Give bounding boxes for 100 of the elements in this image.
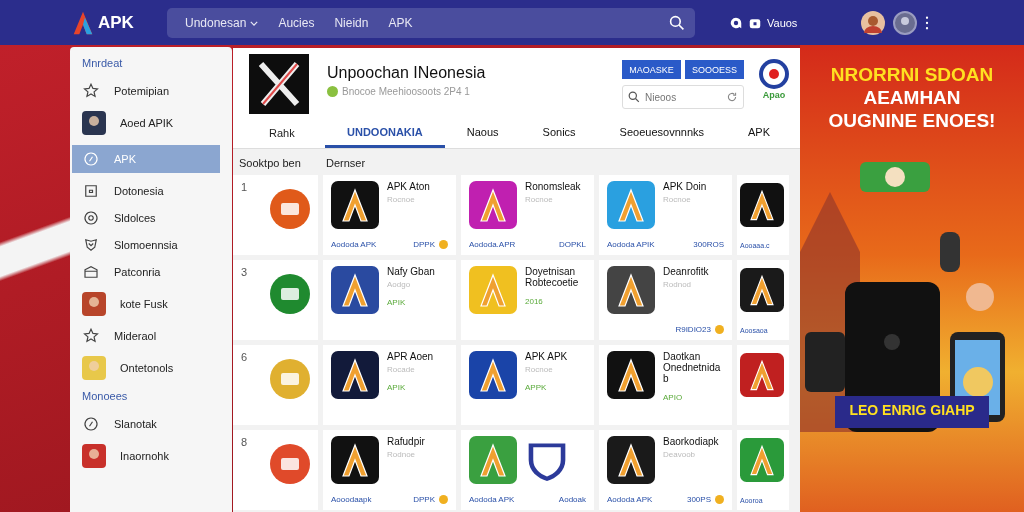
search-bar[interactable]: Undonesan Aucies Nieidn APK: [167, 7, 695, 38]
app-link[interactable]: Aooodaapk: [331, 495, 372, 504]
app-link[interactable]: Aododa APK: [469, 495, 515, 504]
app-name: Nafy Gban: [387, 266, 435, 277]
rank-number: 6: [241, 351, 248, 365]
sidebar-heading: Monoees: [81, 389, 129, 404]
verified-icon: [327, 86, 338, 97]
app-link[interactable]: Aododa APK: [331, 240, 377, 249]
app-developer: Deavoob: [663, 450, 697, 459]
avatar-icon[interactable]: [861, 10, 885, 35]
app-developer: Aodgo: [387, 280, 412, 289]
app-name: APK Doin: [663, 181, 707, 192]
tab[interactable]: Sonics: [520, 118, 598, 148]
profile-icon[interactable]: [893, 10, 917, 35]
ad-banner[interactable]: NRORRNI SDOAN AEAMHAN OUGNINE ENOES! LEO ENRIG GIAHP: [800, 45, 1024, 512]
action-button[interactable]: SOOOESS: [685, 60, 744, 79]
app-name: Ronomsleak: [525, 181, 581, 192]
app-name: Rafudpir: [387, 436, 425, 447]
sidebar-item[interactable]: Inaornohk: [70, 437, 232, 474]
sidebar-item[interactable]: Slanotak: [70, 410, 232, 437]
app-stat: DPPK: [413, 240, 435, 249]
app-name: Deanrofitk: [663, 266, 709, 277]
app-logo-caption: Rahk: [268, 126, 296, 141]
app-name: APK Aton: [387, 181, 430, 192]
app-stat: DOPKL: [558, 240, 586, 249]
app-name: Doyetnisan Robtecoetie: [525, 266, 580, 288]
sidebar-heading: Mnrdeat: [81, 56, 124, 71]
sidebar-item[interactable]: Patconria: [70, 258, 232, 285]
target-icon: [758, 58, 790, 90]
sidebar-item[interactable]: Aoed APIK: [70, 104, 232, 141]
badge-label: Apao: [762, 90, 786, 100]
menu-icon: [82, 81, 100, 100]
app-card[interactable]: Daotkan Onednetnidab APIO: [599, 345, 732, 425]
app-subtitle: Bnocoe Meehioosoots 2P4 1: [342, 86, 470, 97]
sidebar-item[interactable]: Slomoennsia: [70, 231, 232, 258]
section-label: Dernser: [326, 157, 366, 169]
menu-icon: [82, 414, 100, 433]
ad-headline: NRORRNI SDOAN: [830, 63, 994, 86]
app-tag: APIK: [387, 298, 435, 307]
app-title: Unpoochan INeonesia: [327, 64, 487, 82]
menu-icon: [82, 150, 100, 168]
action-button[interactable]: MAOASKE: [622, 60, 681, 79]
ad-headline: OUGNINE ENOES!: [828, 109, 996, 132]
bag-icon[interactable]: [749, 16, 761, 29]
app-developer: Rocade: [387, 365, 416, 374]
tab[interactable]: Seoeuesovnnnks: [597, 118, 726, 148]
nav-link[interactable]: APK: [388, 15, 413, 30]
app-card[interactable]: APR Aoen Rocade APIK: [323, 345, 456, 425]
app-stat: Aodoak: [558, 495, 586, 504]
tab[interactable]: UNDOONAKIA: [325, 118, 445, 148]
more-icon[interactable]: [925, 15, 929, 30]
sidebar-item[interactable]: Mideraol: [70, 322, 232, 349]
tab[interactable]: APK: [726, 118, 793, 148]
app-tag: APIK: [387, 383, 434, 392]
sidebar-item[interactable]: Sldolces: [70, 204, 232, 231]
chat-icon[interactable]: [729, 15, 743, 30]
app-tag: APIO: [663, 393, 724, 402]
account-label[interactable]: Vauos: [767, 16, 798, 29]
section-label: Sooktpo ben: [239, 157, 302, 169]
app-stat: 300PS: [686, 495, 711, 504]
tab[interactable]: Naous: [444, 118, 521, 148]
nav-link[interactable]: Aucies: [278, 15, 315, 30]
app-logo-icon: [249, 54, 309, 114]
app-tag: 2016: [525, 297, 586, 306]
menu-icon: [82, 208, 100, 227]
app-card[interactable]: Nafy Gban Aodgo APIK: [323, 260, 456, 340]
app-stat: 300ROS: [693, 240, 724, 249]
app-name: APK APK: [525, 351, 568, 362]
app-card[interactable]: Aododa APK Aodoak: [461, 430, 594, 510]
sidebar-item[interactable]: kote Fusk: [70, 285, 232, 322]
sidebar-item[interactable]: Ontetonols: [70, 349, 232, 386]
app-card[interactable]: Rafudpir Rodnoe Aooodaapk DPPK: [323, 430, 456, 510]
app-link[interactable]: Aododa.APR: [469, 240, 516, 249]
sidebar-item[interactable]: Potemipian: [70, 77, 232, 104]
app-stat: DPPK: [413, 495, 435, 504]
nav-link[interactable]: Nieidn: [334, 15, 369, 30]
ad-headline: AEAMHAN: [863, 86, 961, 109]
app-developer: Rodnoe: [387, 450, 417, 459]
nav-link[interactable]: Undonesan: [185, 15, 259, 30]
app-tag: APPK: [525, 383, 568, 392]
search-icon[interactable]: [669, 14, 685, 31]
app-card[interactable]: Baorkodiapk Deavoob Aododa APK 300PS: [599, 430, 732, 510]
app-name: Baorkodiapk: [663, 436, 719, 447]
menu-icon: [82, 326, 100, 345]
rank-number: 1: [241, 181, 248, 195]
app-card[interactable]: [737, 345, 789, 425]
search-icon: [628, 91, 640, 103]
refresh-icon[interactable]: [726, 91, 738, 103]
search-field[interactable]: Nieoos: [622, 85, 744, 109]
sidebar-item[interactable]: Dotonesia: [70, 177, 232, 204]
app-stat: R9IDIO23: [675, 325, 711, 334]
app-link[interactable]: Aododa APIK: [607, 240, 655, 249]
rank-number: 3: [241, 266, 248, 280]
ad-caption: LEO ENRIG GIAHP: [835, 396, 989, 428]
app-name: Daotkan Onednetnidab: [663, 351, 722, 384]
rank-number: 8: [241, 436, 248, 450]
site-logo-text: APK: [98, 12, 134, 33]
app-name: APR Aoen: [387, 351, 434, 362]
app-card[interactable]: Doyetnisan Robtecoetie 2016: [461, 260, 594, 340]
app-link[interactable]: Aododa APK: [607, 495, 653, 504]
